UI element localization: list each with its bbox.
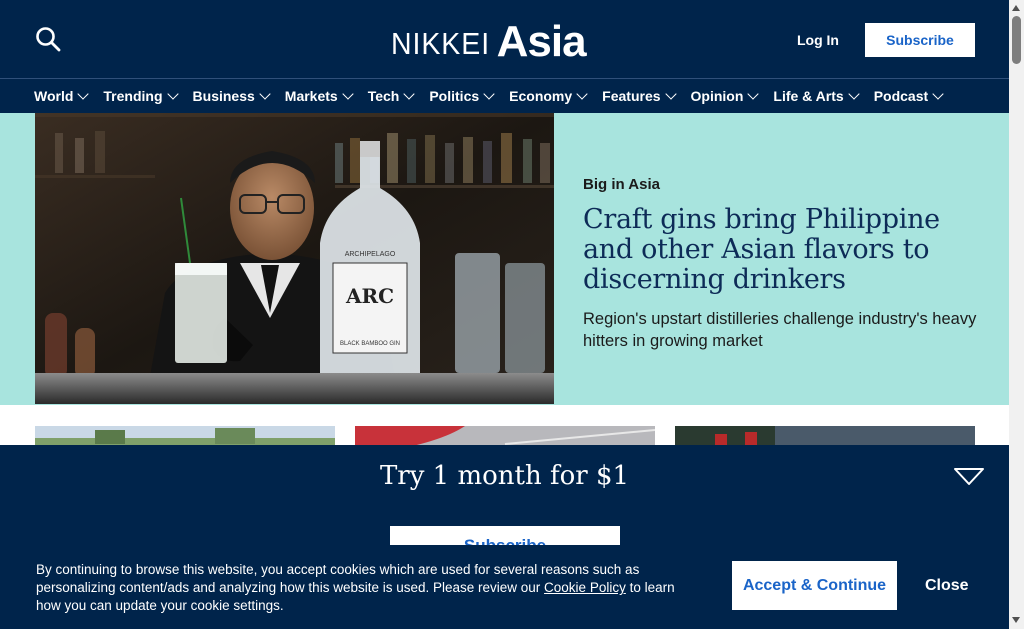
logo-asia-text: Asia — [496, 17, 587, 66]
nav-item-tech[interactable]: Tech — [367, 88, 416, 104]
nav-item-markets[interactable]: Markets — [284, 88, 354, 104]
nav-item-world[interactable]: World — [34, 88, 90, 104]
subscribe-button[interactable]: Subscribe — [865, 23, 975, 57]
hero-kicker[interactable]: Big in Asia — [583, 176, 660, 193]
nav-item-label: Podcast — [873, 88, 929, 104]
nav-item-label: Features — [602, 88, 661, 104]
collapse-chevron-icon[interactable] — [953, 467, 985, 487]
page-scrollbar[interactable] — [1009, 0, 1024, 629]
nav-item-label: Markets — [284, 88, 338, 104]
nav-item-label: Life & Arts — [773, 88, 844, 104]
promo-title: Try 1 month for $1 — [379, 461, 630, 491]
logo-nikkei-text: NIKKEI — [391, 26, 491, 61]
chevron-down-icon — [848, 88, 860, 100]
bottle-label-top: ARCHIPELAGO — [345, 251, 396, 258]
cookie-notice-text: By continuing to browse this website, yo… — [36, 561, 676, 615]
chevron-down-icon — [342, 88, 354, 100]
hero-headline[interactable]: Craft gins bring Philippine and other As… — [583, 205, 983, 295]
chevron-down-icon — [932, 88, 944, 100]
nav-item-politics[interactable]: Politics — [429, 88, 495, 104]
chevron-down-icon — [166, 88, 179, 100]
scroll-up-arrow-icon[interactable] — [1012, 5, 1020, 11]
nav-item-life-arts[interactable]: Life & Arts — [773, 88, 860, 104]
nav-item-label: Economy — [509, 88, 573, 104]
chevron-down-icon — [576, 88, 588, 100]
hero-subheadline: Region's upstart distilleries challenge … — [583, 310, 977, 350]
nav-item-business[interactable]: Business — [192, 88, 271, 104]
nav-item-label: Business — [192, 88, 255, 104]
login-link[interactable]: Log In — [797, 32, 839, 48]
chevron-down-icon — [77, 88, 90, 100]
hero-story: ARCHIPELAGO ARC BLACK BAMBOO GIN Big in … — [0, 113, 1009, 405]
chevron-down-icon — [664, 88, 677, 100]
chevron-down-icon — [259, 88, 271, 100]
bottle-brand: ARC — [345, 284, 394, 308]
nav-item-economy[interactable]: Economy — [509, 88, 588, 104]
nav-item-features[interactable]: Features — [602, 88, 677, 104]
chevron-down-icon — [747, 88, 760, 100]
cookie-banner: By continuing to browse this website, yo… — [0, 545, 1009, 629]
chevron-down-icon — [483, 88, 495, 100]
site-header: NIKKEI Asia Log In Subscribe — [0, 0, 1009, 78]
nav-item-label: World — [34, 88, 74, 104]
hero-image[interactable]: ARCHIPELAGO ARC BLACK BAMBOO GIN — [35, 113, 554, 404]
nav-item-label: Trending — [103, 88, 163, 104]
close-button[interactable]: Close — [925, 577, 969, 595]
scrollbar-thumb[interactable] — [1012, 16, 1021, 64]
bottle-label-bottom: BLACK BAMBOO GIN — [340, 341, 400, 347]
accept-continue-button[interactable]: Accept & Continue — [732, 561, 897, 610]
nav-item-trending[interactable]: Trending — [103, 88, 179, 104]
nav-item-label: Tech — [367, 88, 400, 104]
nav-item-label: Opinion — [690, 88, 744, 104]
search-icon[interactable] — [34, 25, 62, 53]
main-nav: World Trending Business Markets Tech Pol… — [0, 78, 1009, 113]
nikkei-asia-logo[interactable]: NIKKEI Asia — [391, 14, 587, 66]
nav-item-opinion[interactable]: Opinion — [690, 88, 760, 104]
nav-item-podcast[interactable]: Podcast — [873, 88, 944, 104]
chevron-down-icon — [403, 88, 416, 100]
nav-item-label: Politics — [429, 88, 480, 104]
cookie-policy-link[interactable]: Cookie Policy — [544, 580, 626, 595]
scroll-down-arrow-icon[interactable] — [1012, 617, 1020, 623]
